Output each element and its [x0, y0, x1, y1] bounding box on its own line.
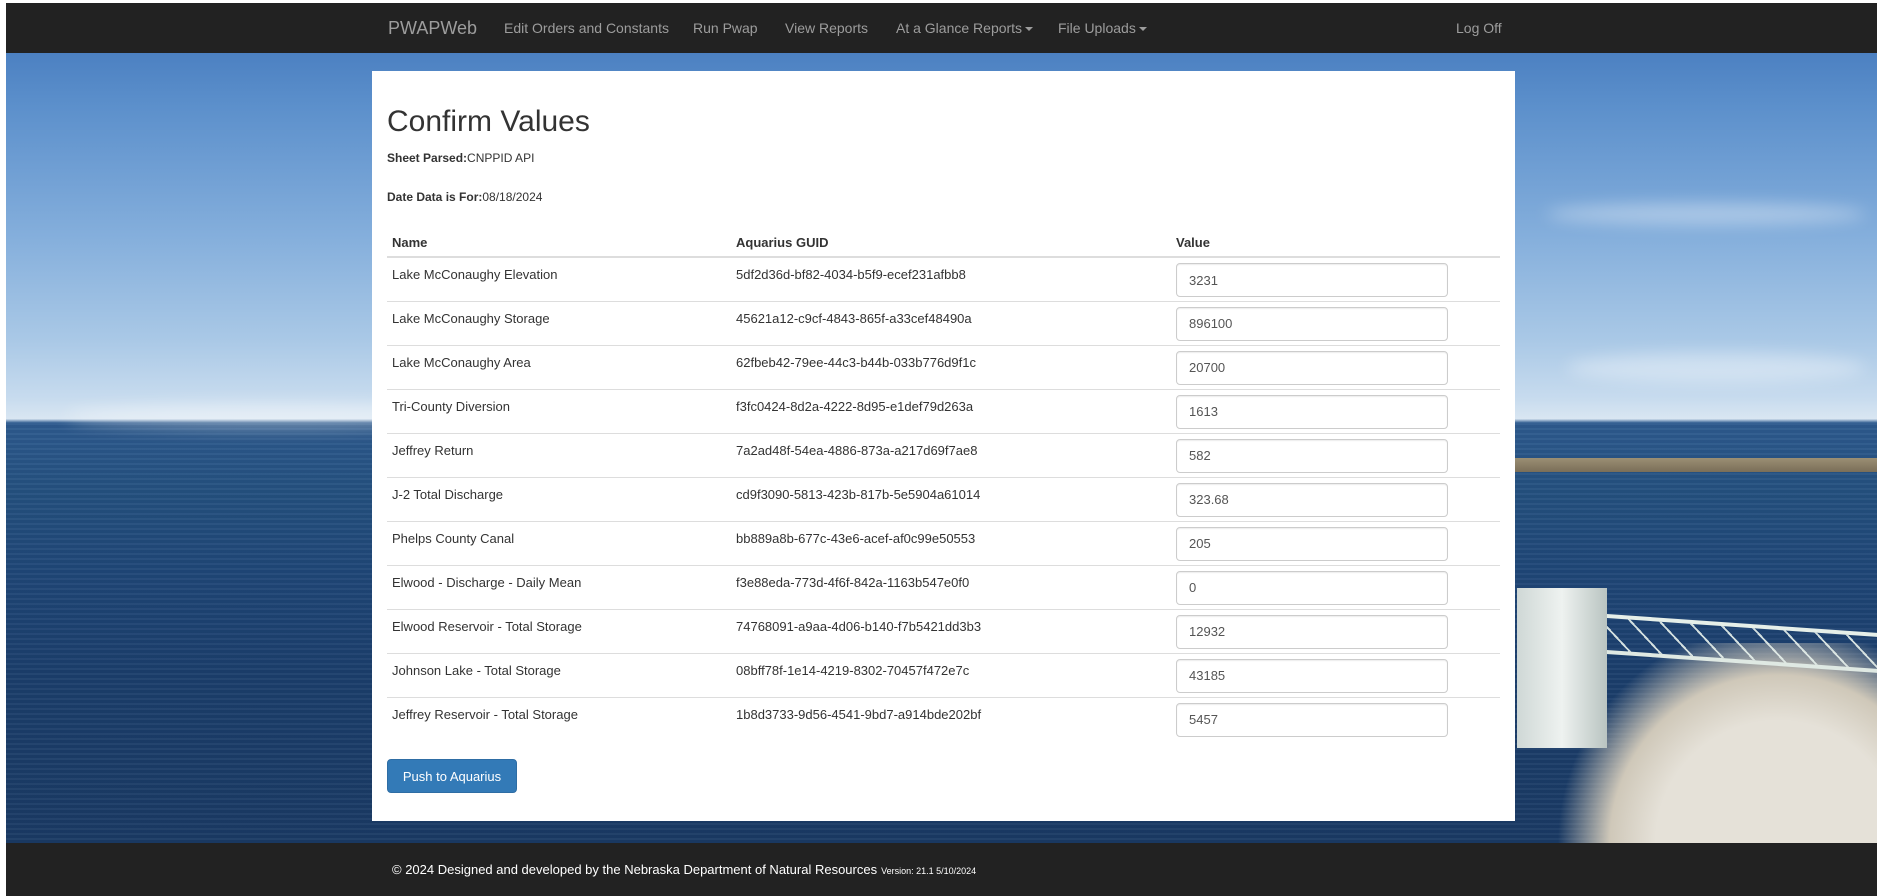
- nav-label: Edit Orders and Constants: [504, 20, 669, 36]
- row-guid: 1b8d3733-9d56-4541-9bd7-a914bde202bf: [731, 696, 1171, 741]
- row-name: Elwood - Discharge - Daily Mean: [387, 564, 731, 609]
- header-name: Name: [387, 229, 731, 258]
- table-row: Jeffrey Reservoir - Total Storage 1b8d37…: [387, 696, 1500, 741]
- row-name: Phelps County Canal: [387, 520, 731, 565]
- sheet-parsed-label: Sheet Parsed:: [387, 151, 468, 165]
- row-name: Jeffrey Return: [387, 432, 731, 477]
- top-navbar: PWAPWeb Edit Orders and Constants Run Pw…: [6, 3, 1877, 53]
- header-guid: Aquarius GUID: [731, 229, 1171, 258]
- nav-label: File Uploads: [1058, 20, 1136, 36]
- value-input[interactable]: [1176, 702, 1448, 737]
- header-value: Value: [1171, 229, 1500, 258]
- footer: © 2024 Designed and developed by the Neb…: [6, 843, 1877, 896]
- row-guid: 62fbeb42-79ee-44c3-b44b-033b776d9f1c: [731, 344, 1171, 389]
- table-row: Lake McConaughy Elevation 5df2d36d-bf82-…: [387, 256, 1500, 301]
- table-row: Johnson Lake - Total Storage 08bff78f-1e…: [387, 652, 1500, 697]
- nav-label: Run Pwap: [693, 20, 758, 36]
- values-table: Name Aquarius GUID Value Lake McConaughy…: [387, 229, 1500, 741]
- sheet-parsed-line: Sheet Parsed:CNPPID API: [387, 151, 534, 165]
- brand-link[interactable]: PWAPWeb: [388, 18, 477, 39]
- value-cell: [1171, 608, 1500, 653]
- value-cell: [1171, 256, 1500, 301]
- row-guid: f3fc0424-8d2a-4222-8d95-e1def79d263a: [731, 388, 1171, 433]
- value-cell: [1171, 432, 1500, 477]
- value-cell: [1171, 300, 1500, 345]
- table-row: Elwood - Discharge - Daily Mean f3e88eda…: [387, 564, 1500, 609]
- nav-run-pwap[interactable]: Run Pwap: [693, 20, 758, 36]
- value-cell: [1171, 344, 1500, 389]
- nav-view-reports[interactable]: View Reports: [785, 20, 868, 36]
- row-name: Lake McConaughy Storage: [387, 300, 731, 345]
- caret-down-icon: [1138, 27, 1147, 32]
- table-header-row: Name Aquarius GUID Value: [387, 229, 1500, 258]
- table-row: Lake McConaughy Storage 45621a12-c9cf-48…: [387, 300, 1500, 345]
- footer-text: © 2024 Designed and developed by the Neb…: [392, 862, 976, 877]
- table-row: Lake McConaughy Area 62fbeb42-79ee-44c3-…: [387, 344, 1500, 389]
- value-input[interactable]: [1176, 570, 1448, 605]
- table-row: Tri-County Diversion f3fc0424-8d2a-4222-…: [387, 388, 1500, 433]
- nav-edit-orders[interactable]: Edit Orders and Constants: [504, 20, 669, 36]
- row-name: Johnson Lake - Total Storage: [387, 652, 731, 697]
- table-row: Phelps County Canal bb889a8b-677c-43e6-a…: [387, 520, 1500, 565]
- value-input[interactable]: [1176, 350, 1448, 385]
- caret-down-icon: [1025, 27, 1034, 32]
- row-guid: 45621a12-c9cf-4843-865f-a33cef48490a: [731, 300, 1171, 345]
- value-input[interactable]: [1176, 438, 1448, 473]
- nav-label: At a Glance Reports: [896, 20, 1023, 36]
- row-name: J-2 Total Discharge: [387, 476, 731, 521]
- row-guid: f3e88eda-773d-4f6f-842a-1163b547e0f0: [731, 564, 1171, 609]
- value-input[interactable]: [1176, 263, 1448, 297]
- nav-label: View Reports: [785, 20, 869, 36]
- value-cell: [1171, 476, 1500, 521]
- row-name: Tri-County Diversion: [387, 388, 731, 433]
- row-name: Lake McConaughy Elevation: [387, 256, 731, 301]
- value-cell: [1171, 696, 1500, 741]
- value-input[interactable]: [1176, 306, 1448, 341]
- value-cell: [1171, 520, 1500, 565]
- value-input[interactable]: [1176, 394, 1448, 429]
- nav-at-a-glance-dropdown[interactable]: At a Glance Reports: [896, 20, 1034, 36]
- value-input[interactable]: [1176, 658, 1448, 693]
- page-title: Confirm Values: [387, 105, 590, 138]
- date-value: 08/18/2024: [482, 190, 543, 204]
- value-cell: [1171, 564, 1500, 609]
- row-name: Lake McConaughy Area: [387, 344, 731, 389]
- row-name: Jeffrey Reservoir - Total Storage: [387, 696, 731, 741]
- table-row: Elwood Reservoir - Total Storage 7476809…: [387, 608, 1500, 653]
- row-guid: bb889a8b-677c-43e6-acef-af0c99e50553: [731, 520, 1171, 565]
- version-text: Version: 21.1 5/10/2024: [881, 866, 977, 876]
- confirm-values-panel: Confirm Values Sheet Parsed:CNPPID API D…: [372, 71, 1515, 821]
- row-name: Elwood Reservoir - Total Storage: [387, 608, 731, 653]
- row-guid: 5df2d36d-bf82-4034-b5f9-ecef231afbb8: [731, 256, 1171, 301]
- date-line: Date Data is For:08/18/2024: [387, 190, 542, 204]
- copyright-text: © 2024 Designed and developed by the Neb…: [392, 862, 878, 877]
- nav-file-uploads-dropdown[interactable]: File Uploads: [1058, 20, 1147, 36]
- row-guid: 74768091-a9aa-4d06-b140-f7b5421dd3b3: [731, 608, 1171, 653]
- value-input[interactable]: [1176, 614, 1448, 649]
- value-cell: [1171, 652, 1500, 697]
- row-guid: 7a2ad48f-54ea-4886-873a-a217d69f7ae8: [731, 432, 1171, 477]
- value-input[interactable]: [1176, 526, 1448, 561]
- logoff-link[interactable]: Log Off: [1456, 20, 1502, 36]
- table-row: J-2 Total Discharge cd9f3090-5813-423b-8…: [387, 476, 1500, 521]
- date-label: Date Data is For:: [387, 190, 483, 204]
- row-guid: 08bff78f-1e14-4219-8302-70457f472e7c: [731, 652, 1171, 697]
- push-to-aquarius-button[interactable]: Push to Aquarius: [387, 759, 517, 793]
- value-cell: [1171, 388, 1500, 433]
- value-input[interactable]: [1176, 482, 1448, 517]
- sheet-parsed-value: CNPPID API: [467, 151, 535, 165]
- row-guid: cd9f3090-5813-423b-817b-5e5904a61014: [731, 476, 1171, 521]
- table-row: Jeffrey Return 7a2ad48f-54ea-4886-873a-a…: [387, 432, 1500, 477]
